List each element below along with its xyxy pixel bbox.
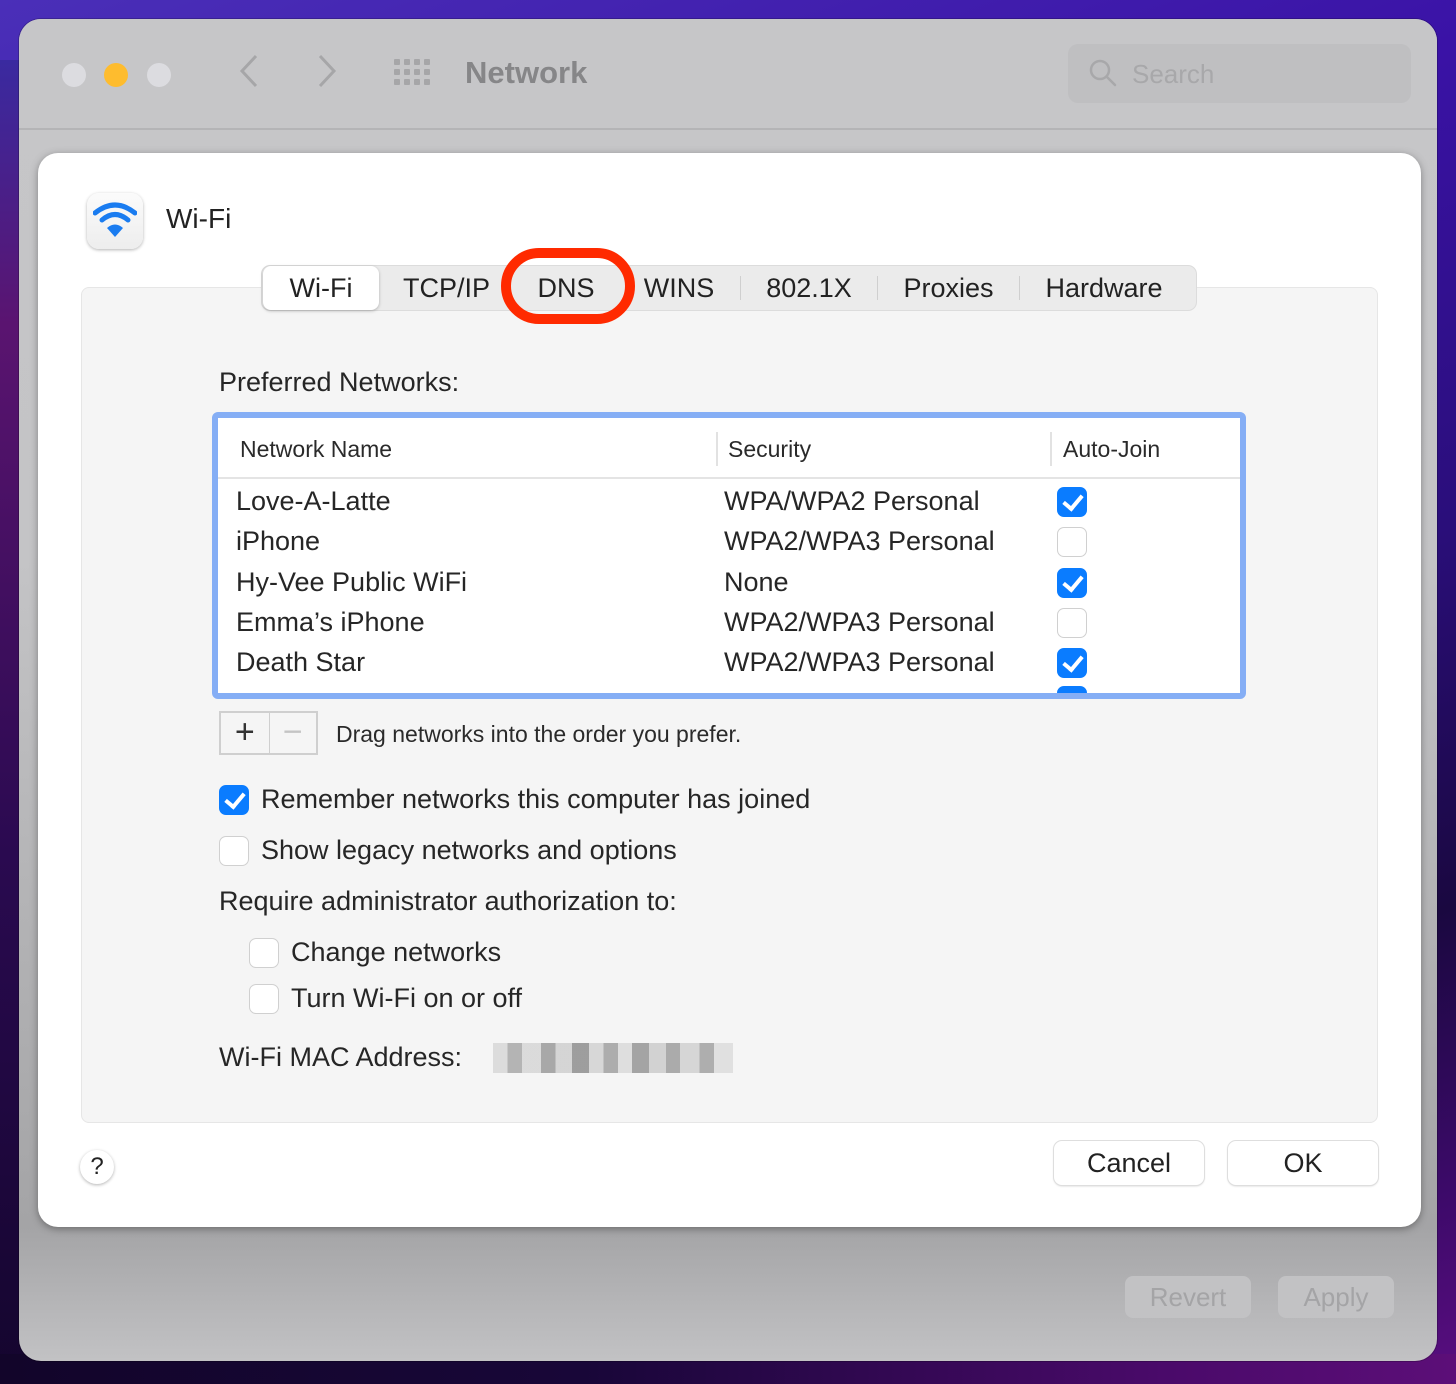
search-field[interactable] bbox=[1068, 44, 1411, 103]
grid-dot bbox=[394, 79, 400, 85]
grid-dot bbox=[414, 69, 420, 75]
admin-authorization-label: Require administrator authorization to: bbox=[219, 886, 677, 916]
add-network-button[interactable]: + bbox=[221, 713, 269, 753]
table-row-partial[interactable] bbox=[218, 682, 1240, 693]
chevron-right-icon bbox=[318, 54, 337, 88]
tab-proxies[interactable]: Proxies bbox=[878, 266, 1019, 310]
sheet-title: Wi-Fi bbox=[166, 203, 232, 234]
change-networks-label: Change networks bbox=[291, 937, 502, 967]
search-icon bbox=[1089, 59, 1117, 87]
column-divider bbox=[1050, 432, 1052, 466]
grid-dot bbox=[394, 69, 400, 75]
tab-bar: Wi-Fi TCP/IP DNS WINS 802.1X Proxies Har… bbox=[261, 265, 1197, 311]
zoom-window-button[interactable] bbox=[147, 63, 171, 87]
remember-networks-checkbox[interactable] bbox=[219, 785, 249, 815]
turn-wifi-checkbox[interactable] bbox=[249, 984, 279, 1014]
ok-button[interactable]: OK bbox=[1228, 1141, 1378, 1185]
tab-wifi[interactable]: Wi-Fi bbox=[263, 266, 379, 310]
preferred-networks-label: Preferred Networks: bbox=[219, 367, 460, 397]
security-cell: WPA/WPA2 Personal bbox=[724, 486, 980, 516]
tab-wins[interactable]: WINS bbox=[618, 266, 740, 310]
column-header-auto-join[interactable]: Auto-Join bbox=[1063, 436, 1160, 463]
tab-tcpip[interactable]: TCP/IP bbox=[379, 266, 514, 310]
add-remove-control: + − bbox=[219, 711, 318, 755]
column-header-security[interactable]: Security bbox=[728, 436, 811, 463]
auto-join-checkbox[interactable] bbox=[1057, 607, 1087, 638]
tab-8021x[interactable]: 802.1X bbox=[741, 266, 877, 310]
auto-join-checkbox[interactable] bbox=[1057, 648, 1087, 679]
remove-network-button[interactable]: − bbox=[268, 713, 317, 753]
show-all-grid-icon[interactable] bbox=[394, 59, 434, 89]
window-title: Network bbox=[465, 55, 588, 90]
preferred-networks-table[interactable]: Network Name Security Auto-Join Love-A-L… bbox=[212, 412, 1246, 699]
auto-join-checkbox[interactable] bbox=[1057, 686, 1087, 693]
table-row[interactable]: Emma’s iPhone WPA2/WPA3 Personal bbox=[218, 603, 1240, 643]
network-name-cell: Emma’s iPhone bbox=[236, 606, 425, 637]
table-row[interactable]: Love-A-Latte WPA/WPA2 Personal bbox=[218, 482, 1240, 522]
remember-networks-label: Remember networks this computer has join… bbox=[261, 784, 811, 814]
table-header: Network Name Security Auto-Join bbox=[218, 418, 1240, 479]
minimize-window-button[interactable] bbox=[104, 63, 128, 87]
drag-hint-text: Drag networks into the order you prefer. bbox=[336, 721, 742, 747]
grid-dot bbox=[404, 79, 410, 85]
forward-button[interactable] bbox=[307, 53, 347, 97]
cancel-button[interactable]: Cancel bbox=[1054, 1141, 1204, 1185]
auto-join-checkbox[interactable] bbox=[1057, 487, 1087, 517]
table-row[interactable]: Hy-Vee Public WiFi None bbox=[218, 563, 1240, 603]
toolbar: Network bbox=[19, 19, 1437, 130]
network-name-cell: Love-A-Latte bbox=[236, 486, 391, 516]
mac-address-value-redacted bbox=[493, 1043, 733, 1073]
network-name-cell: Hy-Vee Public WiFi bbox=[236, 566, 468, 597]
tab-hardware[interactable]: Hardware bbox=[1020, 266, 1188, 310]
network-name-cell: iPhone bbox=[236, 526, 321, 557]
grid-dot bbox=[394, 59, 400, 65]
chevron-left-icon bbox=[239, 54, 258, 88]
grid-dot bbox=[414, 59, 420, 65]
column-header-network-name[interactable]: Network Name bbox=[240, 436, 392, 463]
close-window-button[interactable] bbox=[62, 63, 86, 87]
turn-wifi-label: Turn Wi-Fi on or off bbox=[291, 983, 523, 1013]
column-divider bbox=[716, 432, 718, 466]
security-cell: WPA2/WPA3 Personal bbox=[724, 606, 995, 637]
auto-join-checkbox[interactable] bbox=[1057, 527, 1087, 558]
tab-dns[interactable]: DNS bbox=[514, 266, 618, 310]
revert-button[interactable]: Revert bbox=[1125, 1276, 1251, 1318]
mac-address-label: Wi-Fi MAC Address: bbox=[219, 1042, 463, 1072]
grid-dot bbox=[424, 69, 430, 75]
auto-join-checkbox[interactable] bbox=[1057, 567, 1087, 598]
grid-dot bbox=[404, 69, 410, 75]
show-legacy-checkbox[interactable] bbox=[219, 836, 249, 866]
security-cell: WPA2/WPA3 Personal bbox=[724, 526, 995, 557]
wifi-advanced-sheet: Wi-Fi Wi-Fi TCP/IP DNS WINS 802.1X Proxi… bbox=[38, 153, 1421, 1227]
apply-button[interactable]: Apply bbox=[1278, 1276, 1394, 1318]
network-name-cell: Death Star bbox=[236, 647, 366, 678]
grid-dot bbox=[404, 59, 410, 65]
security-cell: None bbox=[724, 566, 789, 597]
table-row[interactable]: iPhone WPA2/WPA3 Personal bbox=[218, 522, 1240, 562]
change-networks-checkbox[interactable] bbox=[249, 938, 279, 968]
grid-dot bbox=[414, 79, 420, 85]
grid-dot bbox=[424, 59, 430, 65]
help-button[interactable]: ? bbox=[80, 1150, 114, 1184]
grid-dot bbox=[424, 79, 430, 85]
show-legacy-label: Show legacy networks and options bbox=[261, 835, 677, 865]
search-input[interactable] bbox=[1132, 56, 1392, 92]
wifi-icon bbox=[87, 193, 143, 249]
back-button[interactable] bbox=[229, 53, 269, 97]
table-row[interactable]: Death Star WPA2/WPA3 Personal bbox=[218, 643, 1240, 683]
security-cell: WPA2/WPA3 Personal bbox=[724, 647, 995, 678]
